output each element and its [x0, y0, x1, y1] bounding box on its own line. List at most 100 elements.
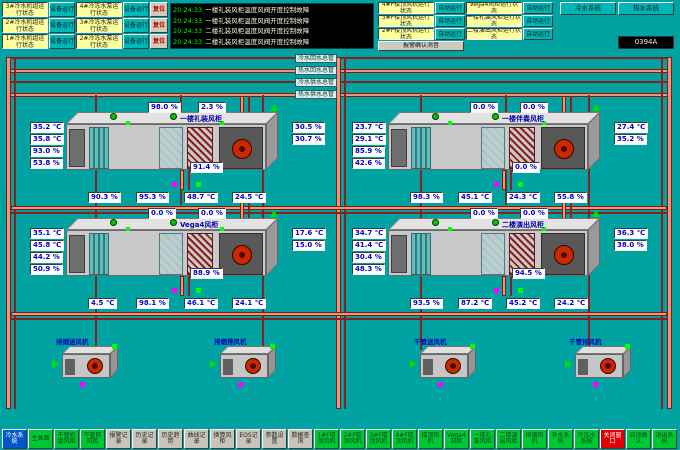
- valve-indicator-magenta: [438, 382, 443, 387]
- auto-run-button[interactable]: 自动运行: [523, 2, 553, 14]
- cold-water-system-button[interactable]: 冷水系统: [560, 2, 616, 15]
- status-indicator: 二楼演出风柜运行状态: [466, 28, 522, 40]
- alarm-ack-button[interactable]: 报警确认消音: [378, 41, 464, 51]
- device-run-button[interactable]: 设备运行: [123, 34, 149, 49]
- toolbar-button[interactable]: 排烟风机: [522, 429, 547, 449]
- fan-units-area: 排烟送风机 排烟排风机 干管送风机 干管排风机: [0, 0, 680, 450]
- hmi-screen: 3#冷水机组运行状态设备运行4#冷冻水泵运行状态设备运行复位2#冷水机组运行状态…: [0, 0, 680, 450]
- valve-indicator-magenta: [80, 382, 85, 387]
- status-indicator: Vega4风柜运行状态: [466, 2, 522, 14]
- toolbar-button[interactable]: 干管网风柜: [80, 429, 105, 449]
- alarm-row: 20:24:33二楼礼装风柜温度风阀开度控制故障: [173, 26, 371, 37]
- status-indicator: 2#F楼顶风机运行状态: [378, 28, 434, 40]
- alarm-timestamp: 20:24:33: [173, 37, 202, 48]
- status-indicator: 3#冷冻水泵运行状态: [76, 18, 122, 33]
- fan-label: 排烟送风机: [56, 336, 89, 346]
- alarm-timestamp: 20:24:33: [173, 16, 202, 27]
- auto-run-button[interactable]: 自动运行: [523, 28, 553, 40]
- reset-button[interactable]: 复位: [150, 34, 168, 49]
- status-indicator: 一楼礼装风柜运行状态: [466, 15, 522, 27]
- alarm-message: 一楼礼装风柜温度风阀开度控制故障: [205, 16, 309, 27]
- valve-indicator-green: [112, 344, 117, 349]
- fan-body: [420, 354, 468, 378]
- toolbar-button[interactable]: 数据查询: [288, 429, 313, 449]
- auto-run-button[interactable]: 自动运行: [435, 28, 465, 40]
- device-run-button[interactable]: 设备运行: [49, 18, 75, 33]
- hot-water-system-button[interactable]: 热水系统: [618, 2, 674, 15]
- valve-indicator-green: [625, 344, 630, 349]
- chiller-status-grid: 3#冷水机组运行状态设备运行4#冷冻水泵运行状态设备运行复位2#冷水机组运行状态…: [2, 2, 168, 49]
- flow-arrow-icon: [210, 360, 217, 368]
- valve-indicator-green: [470, 344, 475, 349]
- toolbar-button[interactable]: 曲线记录: [184, 429, 209, 449]
- toolbar-button[interactable]: 1#F楼顶风机: [314, 429, 339, 449]
- alarm-timestamp: 20:24:33: [173, 5, 202, 16]
- fan-opening: [65, 359, 75, 375]
- toolbar-button[interactable]: 二楼演出风柜: [496, 429, 521, 449]
- toolbar-button[interactable]: 主画面: [28, 429, 53, 449]
- reset-button[interactable]: 复位: [150, 2, 168, 17]
- toolbar-button[interactable]: 参数设置: [262, 429, 287, 449]
- fan-body: [575, 354, 623, 378]
- toolbar-button[interactable]: 历史记录: [132, 429, 157, 449]
- device-run-button[interactable]: 设备运行: [123, 18, 149, 33]
- fan-impeller-icon: [87, 358, 103, 374]
- alarm-row: 20:24:33二楼礼装风柜温度风阀开度控制故障: [173, 37, 371, 48]
- device-run-button[interactable]: 设备运行: [123, 2, 149, 17]
- auto-run-button[interactable]: 自动运行: [435, 15, 465, 27]
- toolbar-button[interactable]: 4#F楼顶风机: [392, 429, 417, 449]
- alarm-panel: 20:24:33一楼礼装风柜温度风阀开度控制故障20:24:33一楼礼装风柜温度…: [170, 3, 374, 49]
- fan-label: 干管排风机: [569, 336, 602, 346]
- device-run-button[interactable]: 设备运行: [49, 2, 75, 17]
- toolbar-button[interactable]: 干管机组风柜: [54, 429, 79, 449]
- toolbar-button[interactable]: 3#F楼顶风机: [366, 429, 391, 449]
- top-status-bar: 3#冷水机组运行状态设备运行4#冷冻水泵运行状态设备运行复位2#冷水机组运行状态…: [0, 0, 680, 54]
- toolbar-button[interactable]: EOS记录: [236, 429, 261, 449]
- flow-arrow-icon: [52, 360, 59, 368]
- fan-label: 排烟排风机: [214, 336, 247, 346]
- toolbar-button[interactable]: 退出系统: [652, 429, 677, 449]
- fan-label: 干管送风机: [414, 336, 447, 346]
- alarm-timestamp: 20:24:33: [173, 26, 202, 37]
- auto-run-button[interactable]: 自动运行: [523, 15, 553, 27]
- fan-impeller-icon: [245, 358, 261, 374]
- auto-run-button[interactable]: 自动运行: [435, 2, 465, 14]
- fan-unit: 排烟排风机: [210, 336, 290, 396]
- flow-arrow-icon: [565, 360, 572, 368]
- fan-impeller-icon: [445, 358, 461, 374]
- alarm-row: 20:24:33一楼礼装风柜温度风阀开度控制故障: [173, 16, 371, 27]
- fan-opening: [223, 359, 233, 375]
- status-indicator: 3#F楼顶风机运行状态: [378, 15, 434, 27]
- fan-unit: 排烟送风机: [52, 336, 132, 396]
- toolbar-button[interactable]: 历史趋势: [158, 429, 183, 449]
- fan-unit: 干管送风机: [410, 336, 490, 396]
- fan-impeller-icon: [600, 358, 616, 374]
- toolbar-button[interactable]: 一楼礼装风柜: [470, 429, 495, 449]
- status-indicator: 3#冷水机组运行状态: [2, 2, 48, 17]
- alarm-message: 二楼礼装风柜温度风阀开度控制故障: [205, 37, 309, 48]
- reset-button[interactable]: 复位: [150, 18, 168, 33]
- toolbar-button[interactable]: 启动确认: [626, 429, 651, 449]
- fan-status-grid: 4#F楼顶风机运行状态自动运行Vega4风柜运行状态自动运行3#F楼顶风机运行状…: [378, 2, 553, 40]
- status-indicator: 2#冷冻水泵运行状态: [76, 34, 122, 49]
- toolbar-button[interactable]: 报警记录: [106, 429, 131, 449]
- toolbar-button[interactable]: 楼顶风机: [418, 429, 443, 449]
- status-indicator: 2#冷水机组运行状态: [2, 18, 48, 33]
- toolbar-button[interactable]: 换算风柜: [210, 429, 235, 449]
- alarm-row: 20:24:33一楼礼装风柜温度风阀开度控制故障: [173, 5, 371, 16]
- toolbar-button[interactable]: Vega4风柜: [444, 429, 469, 449]
- alarm-list: 20:24:33一楼礼装风柜温度风阀开度控制故障20:24:33一楼礼装风柜温度…: [173, 5, 371, 47]
- bottom-toolbar: 冷水系统主画面干管机组风柜干管网风柜报警记录历史记录历史趋势曲线记录换算风柜EO…: [0, 428, 680, 450]
- device-run-button[interactable]: 设备运行: [49, 34, 75, 49]
- valve-indicator-green: [270, 344, 275, 349]
- fan-opening: [578, 359, 588, 375]
- toolbar-button[interactable]: 补水系统: [548, 429, 573, 449]
- corner-controls: 冷水系统 热水系统 0394A: [560, 2, 678, 52]
- toolbar-button[interactable]: 冷水系统: [2, 429, 27, 449]
- toolbar-button[interactable]: 2#F楼顶风机: [340, 429, 365, 449]
- flow-arrow-icon: [410, 360, 417, 368]
- toolbar-button[interactable]: 冷冻水系统: [574, 429, 599, 449]
- toolbar-button[interactable]: 关闭窗口: [600, 429, 625, 449]
- fan-body: [62, 354, 110, 378]
- alarm-message: 一楼礼装风柜温度风阀开度控制故障: [205, 5, 309, 16]
